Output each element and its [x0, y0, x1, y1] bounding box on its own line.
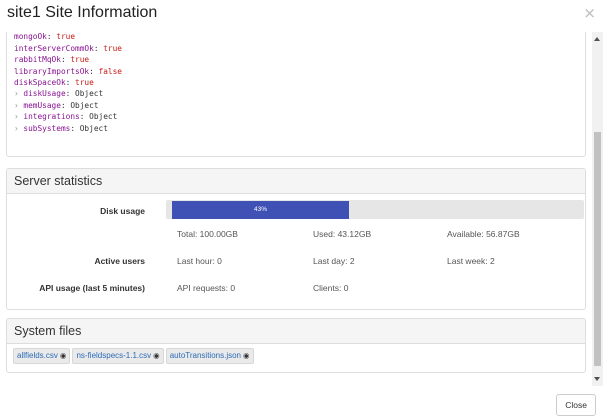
- json-tree: activeSessionsCount: 3mongoOk: trueinter…: [14, 32, 122, 134]
- expand-arrow-icon: ›: [14, 112, 24, 122]
- system-file-tag[interactable]: autoTransitions.json ◉: [165, 348, 254, 364]
- json-separator: :: [89, 66, 99, 76]
- json-line[interactable]: › subSystems: Object: [14, 123, 122, 134]
- json-value: true: [70, 55, 90, 65]
- json-key: diskSpaceOk: [14, 77, 66, 87]
- eye-icon[interactable]: ◉: [60, 351, 67, 360]
- json-line[interactable]: › diskUsage: Object: [14, 88, 122, 99]
- api-clients: Clients: 0: [313, 283, 349, 293]
- expand-arrow-icon: ›: [14, 89, 24, 99]
- json-key: mongoOk: [14, 32, 47, 42]
- json-separator: :: [70, 123, 80, 133]
- json-separator: :: [79, 112, 90, 122]
- json-separator: :: [93, 43, 104, 53]
- json-line[interactable]: › memUsage: Object: [14, 100, 122, 111]
- modal-title: site1 Site Information: [7, 4, 158, 21]
- json-line: interServerCommOk: true: [14, 43, 122, 54]
- scroll-down-arrow-icon[interactable]: [594, 377, 600, 381]
- json-key: subSystems: [23, 123, 71, 133]
- json-line: libraryImportsOk: false: [14, 66, 122, 77]
- active-users-last-week: Last week: 2: [447, 256, 495, 266]
- disk-usage-progress-bar: 43%: [172, 201, 349, 219]
- json-key: integrations: [23, 112, 80, 122]
- json-separator: :: [60, 100, 71, 110]
- json-value: Object: [70, 100, 99, 110]
- disk-available: Available: 56.87GB: [447, 229, 520, 239]
- json-line: mongoOk: true: [14, 32, 122, 43]
- system-files-panel: System files allfields.csv ◉ ns-fieldspecs…: [6, 318, 586, 373]
- system-files-list: allfields.csv ◉ ns-fieldspecs-1.1.csv ◉ auto…: [13, 348, 256, 366]
- active-users-last-hour: Last hour: 0: [177, 256, 222, 266]
- system-file-tag[interactable]: ns-fieldspecs-1.1.csv ◉: [72, 348, 164, 364]
- json-line: rabbitMqOk: true: [14, 54, 122, 65]
- api-requests: API requests: 0: [177, 283, 236, 293]
- expand-arrow-icon: ›: [14, 123, 24, 133]
- close-button[interactable]: Close: [556, 394, 596, 416]
- json-key: memUsage: [23, 100, 61, 110]
- json-key: libraryImportsOk: [14, 66, 90, 76]
- json-line: diskSpaceOk: true: [14, 77, 122, 88]
- scroll-up-arrow-icon[interactable]: [594, 37, 600, 41]
- json-separator: :: [60, 55, 71, 65]
- server-statistics-panel: Server statistics Disk usage 43% Total: …: [6, 168, 586, 310]
- eye-icon[interactable]: ◉: [153, 351, 160, 360]
- disk-usage-label: Disk usage: [100, 206, 145, 216]
- json-line[interactable]: › integrations: Object: [14, 111, 122, 122]
- json-value: Object: [79, 123, 108, 133]
- json-tree-panel: activeSessionsCount: 3mongoOk: trueinter…: [6, 32, 586, 157]
- scrollbar-thumb[interactable]: [594, 132, 601, 366]
- close-icon[interactable]: ×: [583, 6, 596, 21]
- json-separator: :: [65, 89, 76, 99]
- json-value: Object: [75, 89, 104, 99]
- json-value: Object: [89, 112, 118, 122]
- json-key: rabbitMqOk: [14, 55, 61, 65]
- active-users-label: Active users: [94, 256, 145, 266]
- disk-total: Total: 100.00GB: [177, 229, 238, 239]
- vertical-scrollbar[interactable]: [592, 32, 603, 386]
- json-value: false: [98, 66, 122, 76]
- system-file-name[interactable]: ns-fieldspecs-1.1.csv: [76, 351, 151, 360]
- json-value: true: [56, 32, 76, 42]
- disk-usage-progress: 43%: [166, 200, 584, 219]
- system-file-name[interactable]: allfields.csv: [17, 351, 58, 360]
- json-separator: :: [46, 32, 57, 42]
- json-separator: :: [65, 77, 76, 87]
- disk-used: Used: 43.12GB: [313, 229, 372, 239]
- json-key: interServerCommOk: [14, 43, 94, 53]
- json-key: diskUsage: [23, 89, 66, 99]
- api-usage-label: API usage (last 5 minutes): [39, 283, 145, 293]
- modal-footer: Close: [0, 386, 603, 418]
- modal-body[interactable]: activeSessionsCount: 3mongoOk: trueinter…: [0, 32, 592, 386]
- system-files-heading: System files: [7, 319, 585, 344]
- active-users-last-day: Last day: 2: [313, 256, 355, 266]
- server-statistics-heading: Server statistics: [7, 169, 585, 194]
- modal-header: site1 Site Information ×: [0, 0, 603, 32]
- eye-icon[interactable]: ◉: [243, 351, 250, 360]
- json-value: true: [103, 43, 122, 53]
- system-file-tag[interactable]: allfields.csv ◉: [13, 348, 71, 364]
- system-file-name[interactable]: autoTransitions.json: [170, 351, 241, 360]
- json-value: true: [75, 77, 94, 87]
- expand-arrow-icon: ›: [14, 100, 24, 110]
